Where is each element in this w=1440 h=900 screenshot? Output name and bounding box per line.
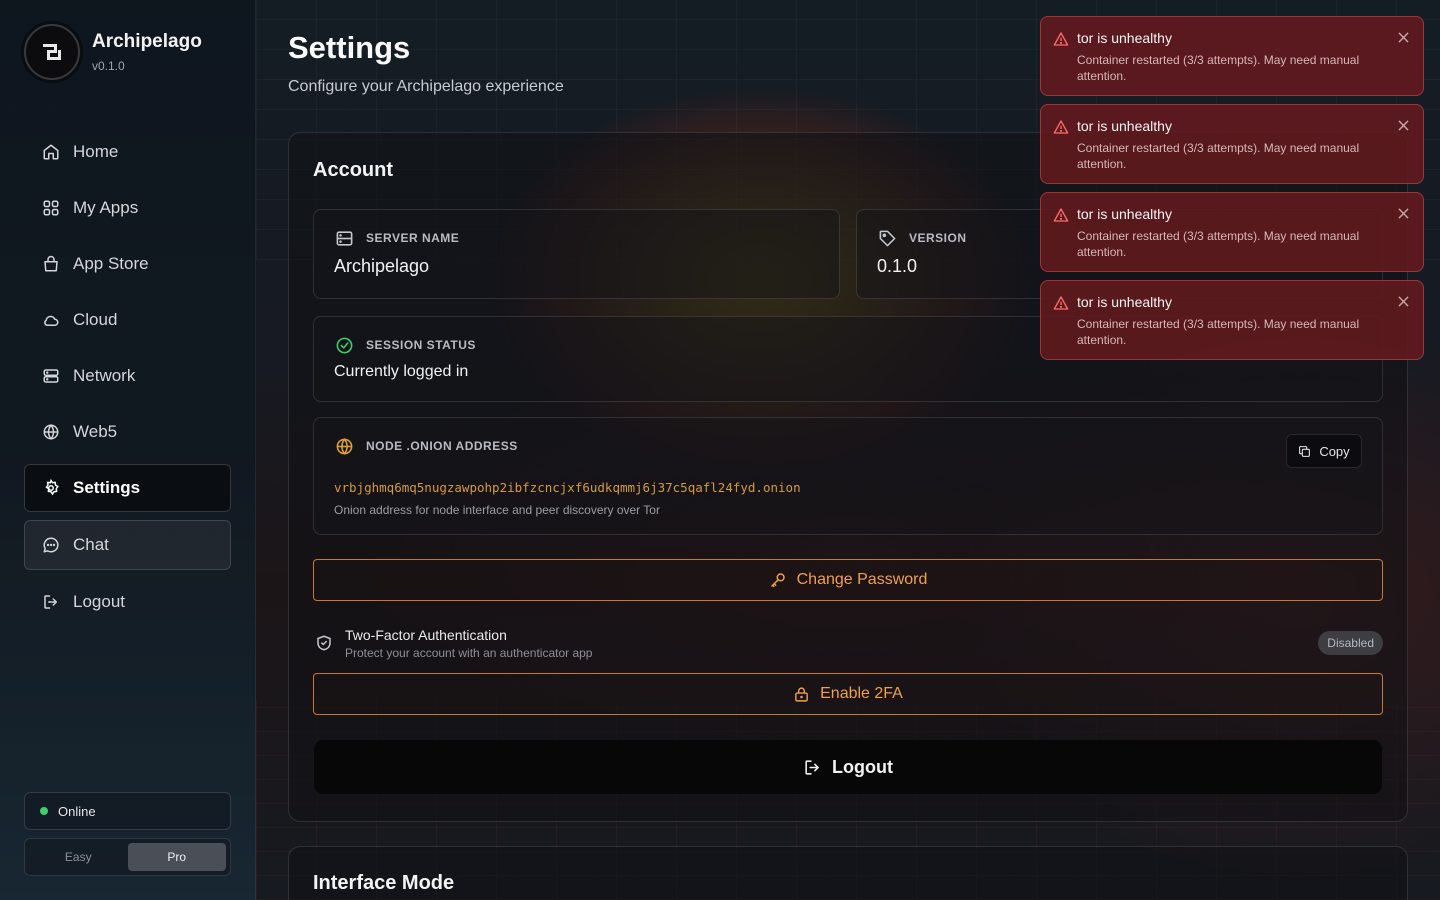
sidebar-item-label: Logout <box>73 592 125 611</box>
key-icon <box>769 571 787 589</box>
chat-icon <box>41 535 61 555</box>
enable-2fa-label: Enable 2FA <box>820 685 903 702</box>
sidebar-nav: Home My Apps App Store Cloud Network Web… <box>24 128 231 634</box>
toast-message: Container restarted (3/3 attempts). May … <box>1077 141 1360 171</box>
gear-icon <box>41 478 61 498</box>
sidebar-item-label: Cloud <box>73 310 118 329</box>
two-factor-subtitle: Protect your account with an authenticat… <box>345 646 593 660</box>
server-name-value: Archipelago <box>334 256 430 276</box>
mode-toggle: Easy Pro <box>24 838 231 876</box>
globe-icon <box>334 436 354 456</box>
toast-notification: tor is unhealthy Container restarted (3/… <box>1040 16 1424 96</box>
interface-mode-title: Interface Mode <box>313 872 455 894</box>
toast-message: Container restarted (3/3 attempts). May … <box>1077 229 1360 259</box>
onion-address-label: NODE .ONION ADDRESS <box>366 439 518 453</box>
sidebar: Archipelago v0.1.0 Home My Apps App Stor… <box>0 0 256 900</box>
sidebar-item-web5[interactable]: Web5 <box>24 408 231 456</box>
sidebar-item-settings[interactable]: Settings <box>24 464 231 512</box>
version-value: 0.1.0 <box>877 256 918 276</box>
brand[interactable]: Archipelago v0.1.0 <box>24 24 202 80</box>
warning-icon <box>1053 119 1069 140</box>
two-factor-row: Two-Factor Authentication Protect your a… <box>313 626 1383 666</box>
toast-title: tor is unhealthy <box>1077 206 1172 222</box>
mode-option-easy[interactable]: Easy <box>29 843 128 871</box>
toast-notification: tor is unhealthy Container restarted (3/… <box>1040 280 1424 360</box>
toast-notification: tor is unhealthy Container restarted (3/… <box>1040 192 1424 272</box>
enable-2fa-button[interactable]: Enable 2FA <box>313 673 1383 715</box>
sidebar-item-network[interactable]: Network <box>24 352 231 400</box>
mode-option-pro[interactable]: Pro <box>127 843 226 871</box>
toast-message: Container restarted (3/3 attempts). May … <box>1077 53 1360 83</box>
close-icon[interactable] <box>1395 205 1411 221</box>
close-icon[interactable] <box>1395 293 1411 309</box>
sidebar-item-label: Network <box>73 366 136 385</box>
cloud-icon <box>41 310 61 330</box>
online-indicator-icon <box>40 807 48 815</box>
sidebar-item-label: My Apps <box>73 198 139 217</box>
server-icon <box>41 366 61 386</box>
server-icon <box>334 228 354 248</box>
close-icon[interactable] <box>1395 29 1411 45</box>
server-name-box: SERVER NAME Archipelago <box>313 209 840 299</box>
page-subtitle: Configure your Archipelago experience <box>288 78 564 95</box>
onion-address-box: NODE .ONION ADDRESS Copy vrbjghmq6mq5nug… <box>313 417 1383 535</box>
warning-icon <box>1053 295 1069 316</box>
warning-icon <box>1053 207 1069 228</box>
shopping-bag-icon <box>41 254 61 274</box>
logout-button[interactable]: Logout <box>313 739 1383 795</box>
sidebar-item-home[interactable]: Home <box>24 128 231 176</box>
toast-notification: tor is unhealthy Container restarted (3/… <box>1040 104 1424 184</box>
sidebar-item-label: Home <box>73 142 119 161</box>
sidebar-item-label: Chat <box>73 535 109 554</box>
session-status-value: Currently logged in <box>334 363 469 380</box>
toast-title: tor is unhealthy <box>1077 118 1172 134</box>
connection-status-label: Online <box>58 803 96 819</box>
grid-icon <box>41 198 61 218</box>
toast-title: tor is unhealthy <box>1077 30 1172 46</box>
toast-message: Container restarted (3/3 attempts). May … <box>1077 317 1360 347</box>
toast-stack: tor is unhealthy Container restarted (3/… <box>1040 16 1424 368</box>
sidebar-item-label: Web5 <box>73 422 118 441</box>
server-name-label: SERVER NAME <box>366 231 460 245</box>
copy-icon <box>1298 445 1311 458</box>
lock-icon <box>793 686 810 703</box>
tag-icon <box>877 228 897 248</box>
logout-icon <box>41 592 61 612</box>
logout-button-label: Logout <box>832 756 893 777</box>
globe-icon <box>41 422 61 442</box>
copy-button-label: Copy <box>1319 443 1350 459</box>
brand-name: Archipelago <box>92 31 202 52</box>
sidebar-item-label: App Store <box>73 254 149 273</box>
sidebar-item-app-store[interactable]: App Store <box>24 240 231 288</box>
interface-mode-card: Interface Mode <box>288 846 1408 900</box>
version-label: VERSION <box>909 231 967 245</box>
account-title: Account <box>313 159 393 181</box>
toast-title: tor is unhealthy <box>1077 294 1172 310</box>
page-title: Settings <box>288 30 411 65</box>
warning-icon <box>1053 31 1069 52</box>
connection-status: Online <box>24 792 231 830</box>
sidebar-item-label: Settings <box>73 478 141 497</box>
archipelago-logo-icon <box>24 24 80 80</box>
logout-icon <box>803 758 822 777</box>
session-status-label: SESSION STATUS <box>366 338 476 352</box>
sidebar-item-my-apps[interactable]: My Apps <box>24 184 231 232</box>
sidebar-item-logout[interactable]: Logout <box>24 578 231 626</box>
onion-address-value: vrbjghmq6mq5nugzawpohp2ibfzcncjxf6udkqmm… <box>334 480 801 495</box>
check-circle-icon <box>334 335 354 355</box>
change-password-button[interactable]: Change Password <box>313 559 1383 601</box>
sidebar-item-cloud[interactable]: Cloud <box>24 296 231 344</box>
onion-address-description: Onion address for node interface and pee… <box>334 503 660 517</box>
close-icon[interactable] <box>1395 117 1411 133</box>
home-icon <box>41 142 61 162</box>
status-badge: Disabled <box>1318 631 1383 655</box>
sidebar-item-chat[interactable]: Chat <box>24 520 231 570</box>
change-password-label: Change Password <box>796 571 928 588</box>
copy-button[interactable]: Copy <box>1286 434 1362 468</box>
two-factor-title: Two-Factor Authentication <box>345 627 507 643</box>
brand-version: v0.1.0 <box>92 59 125 73</box>
shield-check-icon <box>315 634 333 657</box>
